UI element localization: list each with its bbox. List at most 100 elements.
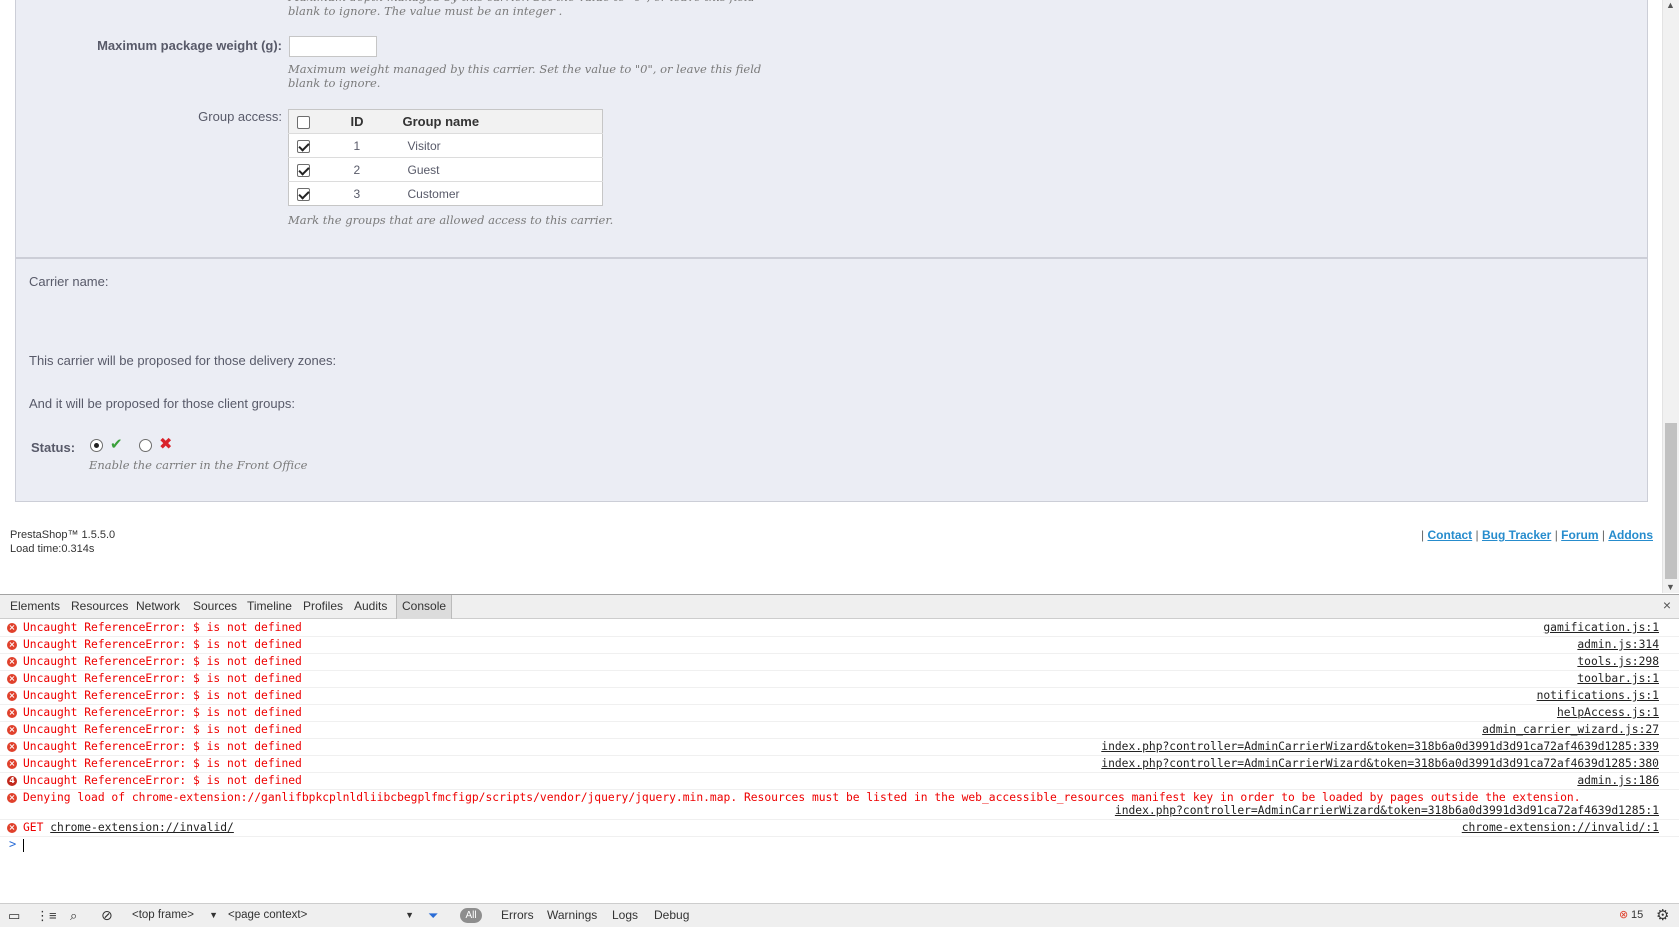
status-label: Status: [31,440,76,455]
error-count-icon: ⊗ [1619,909,1629,921]
error-icon: × [7,793,17,803]
tab-console[interactable]: Console [396,595,453,619]
console-error-row: × Uncaught ReferenceError: $ is not defi… [0,739,1679,756]
weight-input[interactable] [289,36,377,57]
source-link[interactable]: admin.js:314 [1577,637,1659,653]
filter-icon[interactable]: ⏷ [428,904,438,927]
request-url-link[interactable]: chrome-extension://invalid/ [50,821,234,834]
clear-console-icon[interactable]: ⊘ [101,904,113,927]
contact-link[interactable]: Contact [1428,528,1473,542]
source-link[interactable]: index.php?controller=AdminCarrierWizard&… [1101,739,1659,755]
show-drawer-icon[interactable]: ⋮≡ [36,904,57,927]
source-link[interactable]: tools.js:298 [1577,654,1659,670]
search-icon[interactable]: ⌕ [70,904,77,927]
source-link[interactable]: index.php?controller=AdminCarrierWizard&… [1101,756,1659,772]
error-count[interactable]: 15 [1631,904,1643,927]
text-caret [23,839,24,852]
filter-errors[interactable]: Errors [501,904,534,927]
filter-all[interactable]: All [460,908,482,923]
context-select[interactable]: <page context> ▼ [228,907,414,924]
carrier-name-text: Carrier name: [29,274,109,289]
source-link[interactable]: toolbar.js:1 [1577,671,1659,687]
error-icon: × [7,623,17,633]
console-error-row: × Denying load of chrome-extension://gan… [0,790,1679,820]
group-id: 1 [350,133,403,158]
console-error-row: × Uncaught ReferenceError: $ is not defi… [0,756,1679,773]
group-checkbox-customer[interactable] [297,187,310,201]
close-icon[interactable]: × [1663,597,1671,613]
addons-link[interactable]: Addons [1608,528,1653,542]
link-separator: | [1421,528,1425,542]
group-checkbox-visitor[interactable] [297,139,310,153]
source-link[interactable]: gamification.js:1 [1543,620,1659,636]
console-output: × Uncaught ReferenceError: $ is not defi… [0,620,1679,896]
console-error-row: × Uncaught ReferenceError: $ is not defi… [0,620,1679,637]
dock-icon[interactable]: ▭ [8,904,20,927]
source-link[interactable]: index.php?controller=AdminCarrierWizard&… [1115,803,1659,819]
console-prompt[interactable]: > [0,837,1679,855]
status-disabled-radio[interactable] [139,439,152,452]
scrollbar-thumb[interactable] [1665,423,1677,579]
client-groups-text: And it will be proposed for those client… [29,396,295,411]
status-enabled-radio[interactable] [90,439,103,452]
link-separator: | [1554,528,1558,542]
carrier-size-panel: Maximum depth managed by this carrier. S… [15,0,1648,258]
tab-sources[interactable]: Sources [188,595,242,619]
console-error-row: × Uncaught ReferenceError: $ is not defi… [0,705,1679,722]
group-checkbox-guest[interactable] [297,163,310,177]
frame-select[interactable]: <top frame> ▼ [132,907,218,924]
prompt-chevron-icon: > [9,837,17,851]
error-icon: × [7,725,17,735]
id-column-header: ID [350,109,403,134]
console-error-row: 4 Uncaught ReferenceError: $ is not defi… [0,773,1679,790]
filter-warnings[interactable]: Warnings [547,904,597,927]
group-id: 2 [350,157,403,182]
load-time-text: Load time:0.314s [10,543,95,555]
source-link[interactable]: helpAccess.js:1 [1557,705,1659,721]
group-name-column-header: Group name [402,109,603,134]
group-name: Customer [402,181,603,206]
page-content: Maximum depth managed by this carrier. S… [0,0,1679,593]
scroll-down-icon[interactable]: ▼ [1666,582,1675,592]
tab-timeline[interactable]: Timeline [242,595,297,619]
footer-links: | Contact | Bug Tracker | Forum | Addons [1421,528,1653,542]
tab-profiles[interactable]: Profiles [298,595,348,619]
console-error-row: × Uncaught ReferenceError: $ is not defi… [0,722,1679,739]
filter-logs[interactable]: Logs [612,904,638,927]
source-link[interactable]: notifications.js:1 [1537,688,1659,704]
error-icon: × [7,674,17,684]
devtools-tabbar: Elements Resources Network Sources Timel… [0,595,1679,619]
chevron-down-icon: ▼ [405,910,414,920]
devtools-panel: Elements Resources Network Sources Timel… [0,594,1679,927]
group-name: Guest [402,157,603,182]
page-scrollbar[interactable]: ▲ ▼ [1662,0,1679,593]
group-access-label: Group access: [198,109,282,124]
error-icon: × [7,708,17,718]
source-link[interactable]: chrome-extension://invalid/:1 [1462,820,1659,836]
scroll-up-icon[interactable]: ▲ [1666,0,1675,10]
delivery-zones-text: This carrier will be proposed for those … [29,353,337,368]
source-link[interactable]: admin_carrier_wizard.js:27 [1482,722,1659,738]
table-row: 2 Guest [288,157,603,182]
tab-network[interactable]: Network [131,595,185,619]
link-separator: | [1475,528,1479,542]
select-all-checkbox[interactable] [297,116,310,130]
bug-tracker-link[interactable]: Bug Tracker [1482,528,1551,542]
forum-link[interactable]: Forum [1561,528,1598,542]
tab-resources[interactable]: Resources [66,595,133,619]
chevron-down-icon: ▼ [209,910,218,920]
group-id: 3 [350,181,403,206]
weight-hint: Maximum weight managed by this carrier. … [288,62,762,90]
source-link[interactable]: admin.js:186 [1577,773,1659,789]
console-error-row: × Uncaught ReferenceError: $ is not defi… [0,671,1679,688]
filter-debug[interactable]: Debug [654,904,689,927]
error-icon: × [7,640,17,650]
tab-elements[interactable]: Elements [5,595,65,619]
version-text: PrestaShop™ 1.5.5.0 [10,529,116,541]
devtools-status-bar: ▭ ⋮≡ ⌕ ⊘ <top frame> ▼ <page context> ▼ … [0,903,1679,927]
gear-icon[interactable]: ⚙ [1656,904,1669,927]
prestashop-footer: PrestaShop™ 1.5.5.0 Load time:0.314s [10,528,115,556]
tab-audits[interactable]: Audits [349,595,392,619]
group-name: Visitor [402,133,603,158]
group-access-table: ID Group name 1 Visitor 2 Guest 3 Custom… [288,109,603,206]
